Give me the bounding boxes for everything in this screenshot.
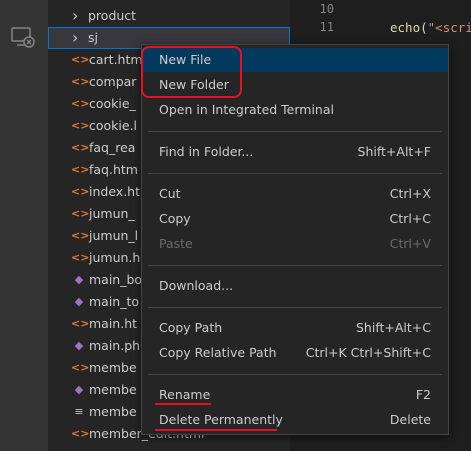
menu-separator [148,131,442,132]
html-file-icon: <> [71,163,90,176]
line-number: 10 [319,2,334,16]
text-file-icon: ≡ [74,405,84,418]
html-file-icon: <> [71,75,90,88]
code-punct: ( [420,20,428,35]
tree-item-label: jumun.h [89,250,141,265]
menu-separator [148,374,442,375]
remote-explorer-icon[interactable] [10,24,36,50]
tree-item-label: main.ht [89,316,138,331]
tree-item-label: main_to [89,294,140,309]
tree-item-label: membe [89,404,137,419]
menu-item-shortcut: Ctrl+X [389,186,431,201]
menu-item-label: Copy Path [159,320,223,335]
code-function: echo [390,20,421,35]
tree-folder-row[interactable]: › product [48,5,290,27]
code-string: "<scri [427,20,471,35]
tree-item-label: faq_rea [89,140,136,155]
menu-item-find-in-folder[interactable]: Find in Folder... Shift+Alt+F [142,140,448,164]
php-file-icon: ◆ [74,273,84,286]
menu-item-label: Open in Integrated Terminal [159,102,334,117]
php-file-icon: ◆ [74,295,84,308]
menu-item-cut[interactable]: Cut Ctrl+X [142,182,448,206]
php-file-icon: ◆ [74,383,84,396]
context-menu: New File New Folder Open in Integrated Ter… [141,44,449,435]
php-file-icon: ◆ [74,339,84,352]
menu-item-shortcut: Ctrl+C [389,211,431,226]
tree-item-label: jumun_l [89,228,139,243]
tree-item-label: cookie.l [89,118,138,133]
menu-item-shortcut: Delete [389,412,431,427]
line-number: 11 [319,20,334,34]
menu-separator [148,307,442,308]
tree-item-label: cart.htm [89,52,143,67]
annotation-underline [155,429,277,431]
tree-item-label: product [88,8,137,23]
menu-item-shortcut: Shift+Alt+C [355,320,431,335]
menu-item-shortcut: Ctrl+K Ctrl+Shift+C [305,345,431,360]
menu-item-shortcut: Ctrl+V [389,236,431,251]
tree-item-label: jumun_ [89,206,135,221]
code-line: echo("<scri [390,20,471,35]
html-file-icon: <> [71,427,90,440]
chevron-right-icon: › [72,6,79,25]
tree-item-label: sj [88,30,98,45]
tree-item-label: compar [89,74,137,89]
html-file-icon: <> [71,361,90,374]
html-file-icon: <> [71,251,90,264]
menu-item-copy-path[interactable]: Copy Path Shift+Alt+C [142,316,448,340]
tree-item-label: main_bo [89,272,143,287]
annotation-underline [155,403,211,405]
html-file-icon: <> [71,53,90,66]
annotation-highlight-box [141,46,242,98]
menu-item-shortcut: Shift+Alt+F [357,144,431,159]
menu-item-open-in-integrated-terminal[interactable]: Open in Integrated Terminal [142,98,448,122]
activity-bar [0,0,48,451]
menu-item-label: Download... [159,278,234,293]
tree-item-label: index.ht [89,184,140,199]
tree-item-label: membe [89,360,137,375]
menu-item-copy-relative-path[interactable]: Copy Relative Path Ctrl+K Ctrl+Shift+C [142,341,448,365]
html-file-icon: <> [71,97,90,110]
menu-item-label: Copy [159,211,191,226]
html-file-icon: <> [71,207,90,220]
menu-item-label: Find in Folder... [159,144,254,159]
tree-item-label: main.ph [89,338,141,353]
html-file-icon: <> [71,119,90,132]
tree-item-label: faq.htm [89,162,138,177]
chevron-right-icon: › [72,28,79,47]
menu-item-paste: Paste Ctrl+V [142,232,448,256]
menu-item-download[interactable]: Download... [142,274,448,298]
tree-item-label: membe [89,382,137,397]
menu-item-label: Copy Relative Path [159,345,277,360]
menu-item-label: Paste [159,236,193,251]
html-file-icon: <> [71,141,90,154]
menu-item-label: Cut [159,186,181,201]
menu-item-copy[interactable]: Copy Ctrl+C [142,207,448,231]
tree-item-label: cookie_ [89,96,136,111]
menu-separator [148,265,442,266]
menu-item-shortcut: F2 [415,387,431,402]
html-file-icon: <> [71,185,90,198]
html-file-icon: <> [71,229,90,242]
html-file-icon: <> [71,317,90,330]
menu-separator [148,173,442,174]
